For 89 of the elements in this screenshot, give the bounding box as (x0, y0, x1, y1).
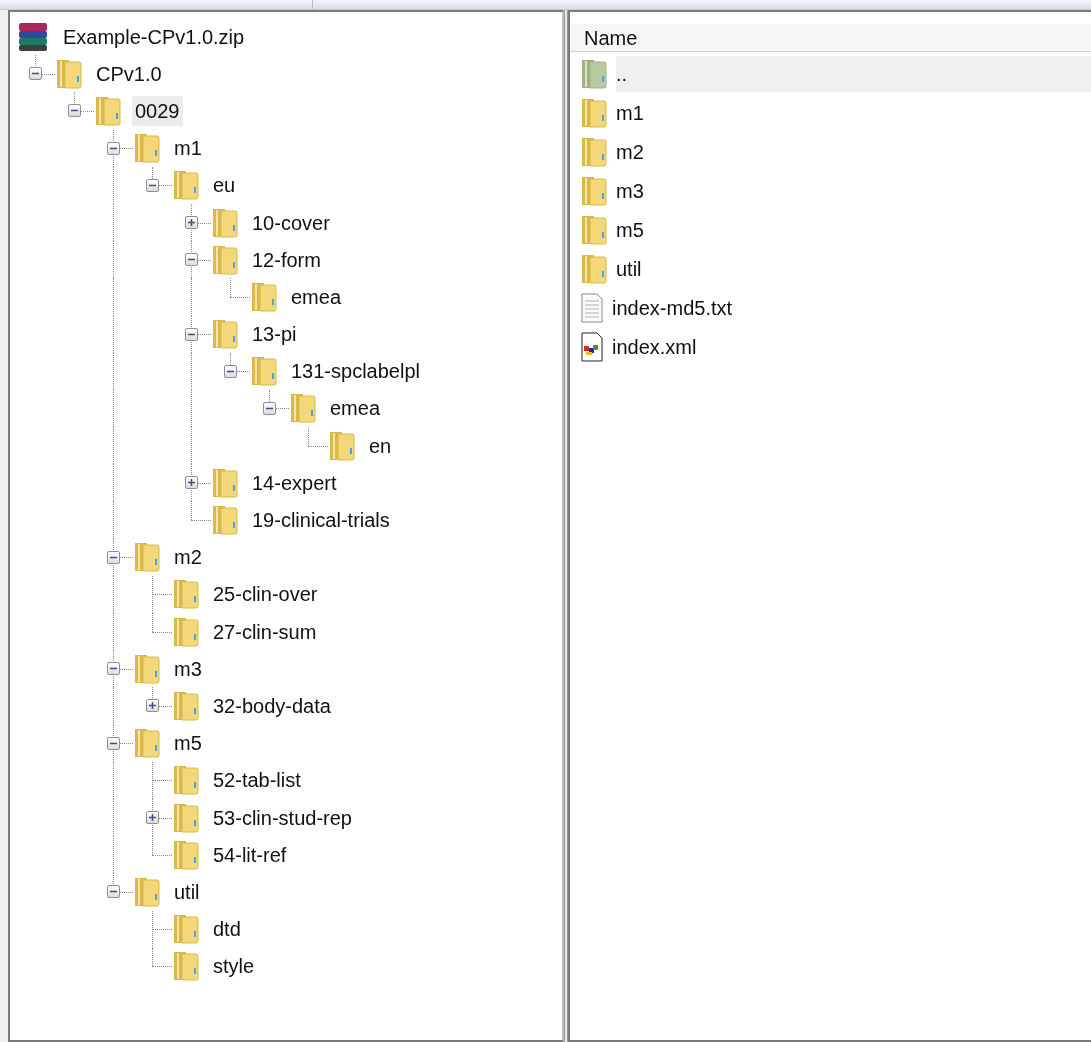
folder-icon (172, 764, 200, 797)
folder-icon (133, 727, 161, 760)
folder-icon (172, 689, 200, 722)
tree-item[interactable]: style (210, 951, 258, 982)
plus-icon (148, 812, 157, 822)
file-list-item[interactable]: m1 (616, 94, 1091, 131)
folder-icon (250, 355, 278, 388)
tree-item[interactable]: 54-lit-ref (210, 839, 290, 870)
tree-item[interactable]: m2 (171, 542, 205, 573)
folder-icon (580, 252, 608, 285)
folder-icon (580, 57, 608, 90)
tree-item[interactable]: m5 (171, 728, 205, 759)
folder-icon (172, 913, 200, 946)
collapse-toggle[interactable] (107, 736, 120, 750)
expand-toggle[interactable] (146, 810, 159, 824)
folder-icon (172, 578, 200, 611)
folder-icon (133, 132, 161, 165)
tree-item[interactable]: m1 (171, 133, 205, 164)
tree-item[interactable]: emea (327, 393, 384, 424)
folder-icon (133, 541, 161, 574)
tree-item[interactable]: 27-clin-sum (210, 616, 320, 647)
folder-icon (172, 615, 200, 648)
tree-item[interactable]: emea (288, 281, 345, 312)
folder-icon (94, 94, 122, 127)
tree-item[interactable]: 0029 (132, 95, 183, 126)
folder-icon (211, 466, 239, 499)
collapse-toggle[interactable] (107, 550, 120, 564)
folder-icon (580, 174, 608, 207)
collapse-toggle[interactable] (263, 401, 276, 415)
books-icon (16, 21, 50, 52)
folder-icon (211, 318, 239, 351)
tree-item[interactable]: 12-form (249, 244, 324, 275)
collapse-toggle[interactable] (29, 67, 42, 81)
file-list-item[interactable]: util (616, 250, 1091, 287)
expand-toggle[interactable] (185, 476, 198, 490)
plus-icon (148, 701, 157, 711)
folder-icon (250, 280, 278, 313)
folder-icon (580, 135, 608, 168)
collapse-toggle[interactable] (107, 662, 120, 676)
collapse-toggle[interactable] (107, 141, 120, 155)
plus-icon (187, 478, 196, 488)
collapse-toggle[interactable] (146, 178, 159, 192)
collapse-toggle[interactable] (185, 253, 198, 267)
collapse-toggle[interactable] (107, 885, 120, 899)
file-list-item[interactable]: m2 (616, 133, 1091, 170)
tree-item[interactable]: util (171, 876, 203, 907)
folder-icon (211, 504, 239, 537)
collapse-toggle[interactable] (68, 104, 81, 118)
tree-item[interactable]: 131-spclabelpl (288, 356, 423, 387)
tree-item[interactable]: 25-clin-over (210, 579, 321, 610)
file-list-item[interactable]: m3 (616, 172, 1091, 209)
tree-item[interactable]: 14-expert (249, 467, 340, 498)
folder-icon (55, 57, 83, 90)
folder-icon (172, 838, 200, 871)
plus-icon (187, 217, 196, 227)
xml-file-icon (580, 331, 604, 362)
folder-icon (580, 96, 608, 129)
column-header[interactable]: Name (570, 22, 1091, 53)
folder-icon (133, 875, 161, 908)
tree-item[interactable]: dtd (210, 914, 244, 945)
folder-icon (133, 652, 161, 685)
file-list-item[interactable]: index-md5.txt (612, 289, 1091, 326)
tree-item[interactable]: 13-pi (249, 319, 300, 350)
folder-icon (328, 429, 356, 462)
tree-item[interactable]: en (366, 430, 395, 461)
tree-item[interactable]: eu (210, 170, 239, 201)
folder-icon (211, 243, 239, 276)
expand-toggle[interactable] (185, 215, 198, 229)
folder-icon (289, 392, 317, 425)
folder-icon (211, 206, 239, 239)
tree-item[interactable]: 53-clin-stud-rep (210, 802, 355, 833)
tree-item[interactable]: CPv1.0 (93, 58, 165, 89)
tree-item[interactable]: m3 (171, 653, 205, 684)
file-list-item[interactable]: index.xml (612, 328, 1091, 365)
tree-item[interactable]: Example-CPv1.0.zip (60, 21, 248, 52)
collapse-toggle[interactable] (224, 364, 237, 378)
file-list-item[interactable]: .. (616, 55, 1091, 92)
tree-item[interactable]: 52-tab-list (210, 765, 304, 796)
expand-toggle[interactable] (146, 699, 159, 713)
collapse-toggle[interactable] (185, 327, 198, 341)
tree-item[interactable]: 19-clinical-trials (249, 505, 393, 536)
file-list-item[interactable]: m5 (616, 211, 1091, 248)
folder-icon (580, 213, 608, 246)
folder-icon (172, 950, 200, 983)
text-file-icon (580, 292, 604, 323)
tree-item[interactable]: 10-cover (249, 207, 333, 238)
tree-item[interactable]: 32-body-data (210, 690, 334, 721)
folder-icon (172, 801, 200, 834)
folder-icon (172, 169, 200, 202)
